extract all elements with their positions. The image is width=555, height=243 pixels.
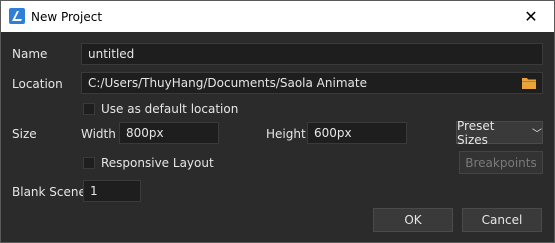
breakpoints-button[interactable]: Breakpoints — [459, 151, 543, 174]
new-project-dialog: New Project ✕ Name untitled Location C:/… — [0, 0, 555, 243]
chevron-down-icon: ﹀ — [532, 129, 542, 140]
width-label: Width — [81, 127, 116, 141]
preset-sizes-dropdown[interactable]: Preset Sizes ﹀ — [456, 118, 543, 147]
height-label: Height — [266, 127, 306, 141]
folder-icon[interactable] — [522, 77, 536, 89]
name-input[interactable]: untitled — [81, 43, 543, 65]
width-input[interactable]: 800px — [119, 122, 219, 144]
height-input[interactable]: 600px — [307, 122, 407, 144]
saola-icon — [9, 8, 25, 24]
default-location-checkbox[interactable] — [83, 103, 95, 115]
name-label: Name — [12, 47, 48, 61]
blank-scene-input[interactable]: 1 — [83, 180, 141, 202]
preset-sizes-label: Preset Sizes — [457, 118, 495, 147]
default-location-label: Use as default location — [101, 102, 239, 116]
title-bar: New Project ✕ — [1, 1, 554, 32]
responsive-layout-checkbox[interactable] — [83, 157, 95, 169]
location-label: Location — [12, 77, 63, 91]
ok-button[interactable]: OK — [373, 208, 453, 232]
dialog-title: New Project — [31, 10, 103, 24]
close-icon[interactable]: ✕ — [508, 1, 554, 32]
blank-scene-label: Blank Scene — [12, 185, 86, 199]
size-label: Size — [12, 127, 37, 141]
cancel-button[interactable]: Cancel — [462, 208, 542, 232]
location-input[interactable]: C:/Users/ThuyHang/Documents/Saola Animat… — [81, 72, 543, 94]
responsive-layout-label: Responsive Layout — [101, 156, 214, 170]
